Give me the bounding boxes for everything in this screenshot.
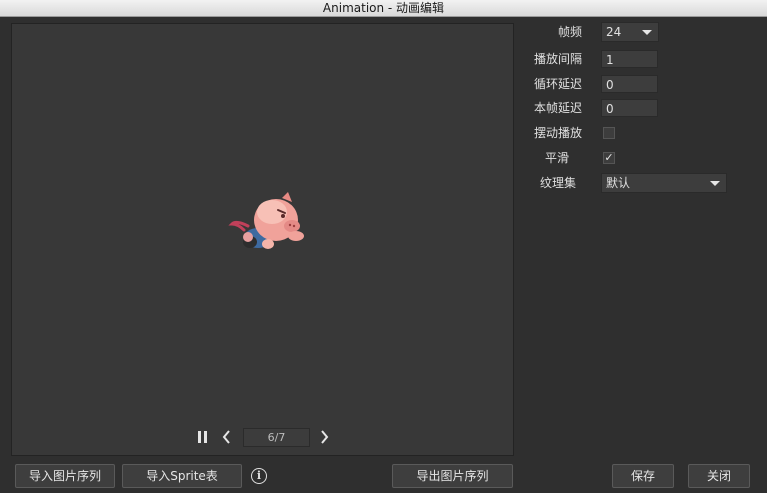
chevron-left-icon — [222, 430, 230, 444]
close-button[interactable]: 关闭 — [688, 464, 750, 488]
loop-delay-input[interactable]: 0 — [601, 75, 658, 93]
frame-delay-input[interactable]: 0 — [601, 99, 658, 117]
frame-counter[interactable]: 6/7 — [243, 428, 310, 447]
pause-button[interactable] — [194, 427, 212, 447]
interval-label: 播放间隔 — [533, 52, 582, 66]
animation-preview: 6/7 — [11, 23, 514, 456]
export-sequence-button[interactable]: 导出图片序列 — [392, 464, 513, 488]
interval-input[interactable]: 1 — [601, 50, 658, 68]
fps-label: 帧频 — [557, 25, 582, 39]
save-button[interactable]: 保存 — [612, 464, 674, 488]
next-frame-button[interactable] — [315, 427, 333, 447]
loop-delay-label: 循环延迟 — [533, 77, 582, 91]
atlas-label: 纹理集 — [539, 176, 576, 190]
previous-frame-button[interactable] — [218, 427, 236, 447]
character-sprite — [228, 192, 304, 249]
window-title: Animation - 动画编辑 — [0, 0, 767, 17]
fps-select[interactable]: 24 — [601, 22, 659, 42]
swing-label: 摆动播放 — [533, 126, 582, 140]
atlas-select[interactable]: 默认 — [601, 173, 727, 193]
chevron-right-icon — [321, 430, 329, 444]
fps-value: 24 — [606, 25, 622, 39]
frame-delay-label: 本帧延迟 — [533, 101, 582, 115]
chevron-down-icon — [642, 30, 652, 35]
smooth-label: 平滑 — [544, 151, 569, 165]
chevron-down-icon — [710, 181, 720, 186]
import-sequence-button[interactable]: 导入图片序列 — [15, 464, 115, 488]
smooth-checkbox[interactable]: ✓ — [603, 152, 615, 164]
playback-controls: 6/7 — [12, 427, 513, 447]
info-icon[interactable]: i — [251, 468, 267, 484]
swing-checkbox[interactable] — [603, 127, 615, 139]
import-sprite-button[interactable]: 导入Sprite表 — [122, 464, 242, 488]
pause-icon — [198, 431, 207, 443]
atlas-value: 默认 — [606, 176, 631, 190]
